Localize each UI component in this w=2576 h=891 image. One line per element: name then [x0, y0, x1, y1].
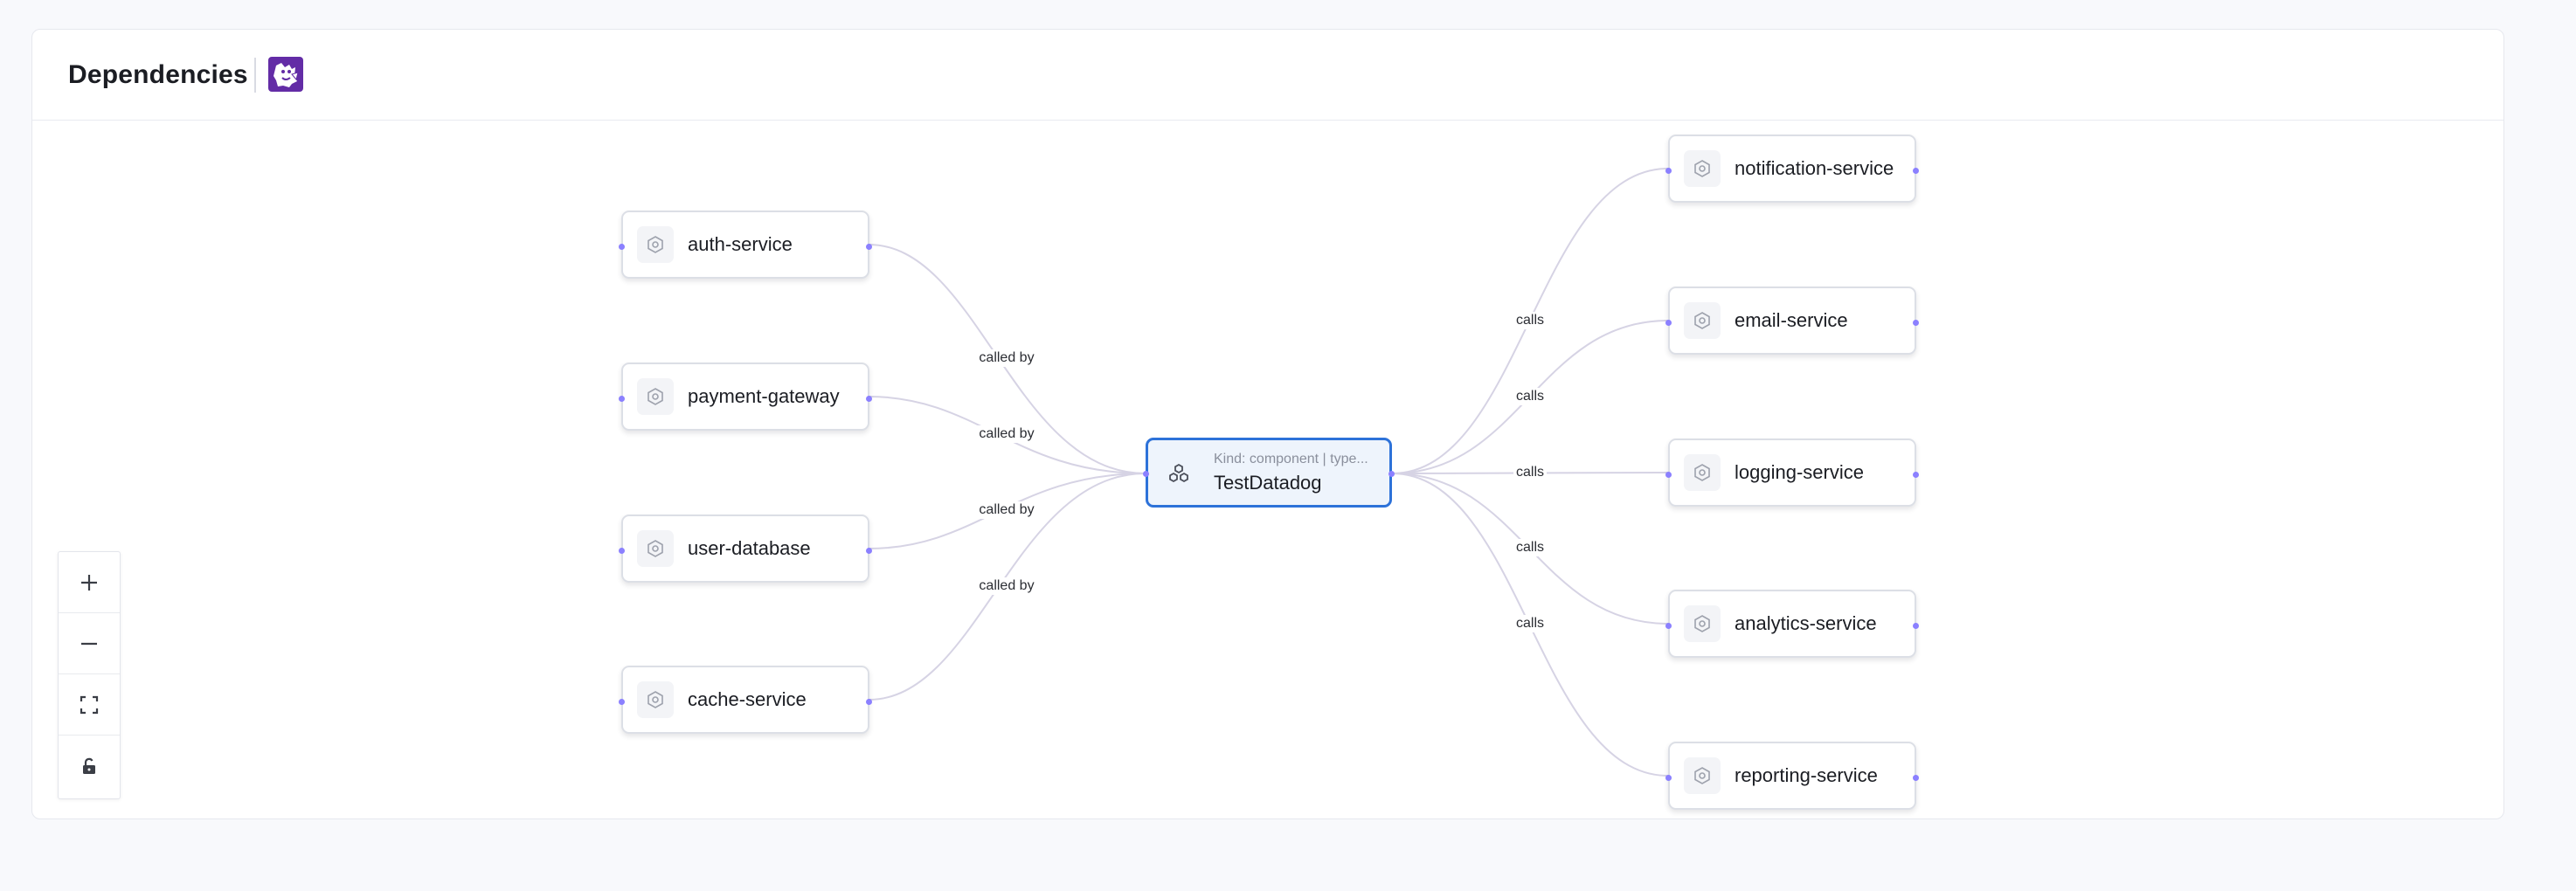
node-handle-right[interactable]	[1913, 472, 1919, 478]
node-handle-right[interactable]	[866, 244, 872, 250]
node-email-service[interactable]: email-service	[1665, 287, 1919, 355]
node-handle-right[interactable]	[1913, 775, 1919, 781]
node-handle-right[interactable]	[866, 396, 872, 402]
service-icon	[1684, 150, 1721, 187]
node-auth-service[interactable]: auth-service	[619, 211, 872, 279]
node-handle-left[interactable]	[619, 699, 625, 705]
edge-label-called-by: called by	[976, 577, 1037, 595]
node-handle-right[interactable]	[866, 548, 872, 554]
edge-label-called-by: called by	[976, 501, 1037, 519]
edge-label-calls: calls	[1513, 312, 1548, 329]
fit-view-button[interactable]	[59, 674, 120, 736]
edge-label-calls: calls	[1513, 615, 1548, 632]
service-icon	[1684, 302, 1721, 339]
node-kind-text: Kind: component | type...	[1214, 452, 1368, 466]
node-label: analytics-service	[1735, 612, 1877, 634]
zoom-in-button[interactable]	[59, 552, 120, 613]
unlock-icon	[83, 757, 95, 774]
service-icon	[1684, 605, 1721, 642]
node-handle-right[interactable]	[1913, 623, 1919, 629]
node-handle-left[interactable]	[1143, 471, 1149, 477]
node-label: notification-service	[1735, 157, 1894, 179]
node-handle-left[interactable]	[619, 244, 625, 250]
node-label: auth-service	[688, 233, 793, 255]
node-handle-left[interactable]	[1665, 320, 1672, 326]
node-handle-left[interactable]	[1665, 623, 1672, 629]
edge-label-calls: calls	[1513, 388, 1548, 405]
node-handle-right[interactable]	[1913, 168, 1919, 174]
node-reporting-service[interactable]: reporting-service	[1665, 742, 1919, 810]
edge-label-calls: calls	[1513, 539, 1548, 556]
node-handle-right[interactable]	[1388, 471, 1395, 477]
node-label: TestDatadog	[1214, 472, 1322, 494]
zoom-out-button[interactable]	[59, 613, 120, 674]
edge-label-calls: calls	[1513, 464, 1548, 481]
service-icon	[1684, 757, 1721, 794]
service-icon	[637, 681, 674, 718]
node-user-database[interactable]: user-database	[619, 515, 872, 583]
node-label: logging-service	[1735, 461, 1864, 483]
node-label: email-service	[1735, 309, 1848, 331]
service-icon	[637, 378, 674, 415]
node-label: payment-gateway	[688, 385, 840, 407]
node-label: reporting-service	[1735, 764, 1878, 786]
node-payment-gateway[interactable]: payment-gateway	[619, 363, 872, 431]
toggle-lock-button[interactable]	[59, 736, 120, 797]
node-cache-service[interactable]: cache-service	[619, 666, 872, 734]
plus-icon	[81, 575, 97, 591]
fit-view-icon	[80, 695, 99, 715]
service-icon	[637, 530, 674, 567]
service-icon	[1684, 454, 1721, 491]
minus-icon	[81, 642, 97, 646]
node-handle-left[interactable]	[619, 396, 625, 402]
node-testdatadog-selected[interactable]: Kind: component | type... TestDatadog	[1143, 438, 1395, 508]
node-notification-service[interactable]: notification-service	[1665, 135, 1919, 203]
node-handle-left[interactable]	[619, 548, 625, 554]
node-handle-right[interactable]	[1913, 320, 1919, 326]
service-icon	[637, 226, 674, 263]
node-label: cache-service	[688, 688, 807, 710]
edge-label-called-by: called by	[976, 425, 1037, 443]
node-logging-service[interactable]: logging-service	[1665, 439, 1919, 507]
node-handle-left[interactable]	[1665, 168, 1672, 174]
node-handle-right[interactable]	[866, 699, 872, 705]
node-handle-left[interactable]	[1665, 775, 1672, 781]
node-analytics-service[interactable]: analytics-service	[1665, 590, 1919, 658]
edge-label-called-by: called by	[976, 349, 1037, 367]
node-handle-left[interactable]	[1665, 472, 1672, 478]
graph-controls	[58, 551, 121, 799]
component-cluster-icon	[1167, 463, 1190, 490]
node-label: user-database	[688, 537, 811, 559]
